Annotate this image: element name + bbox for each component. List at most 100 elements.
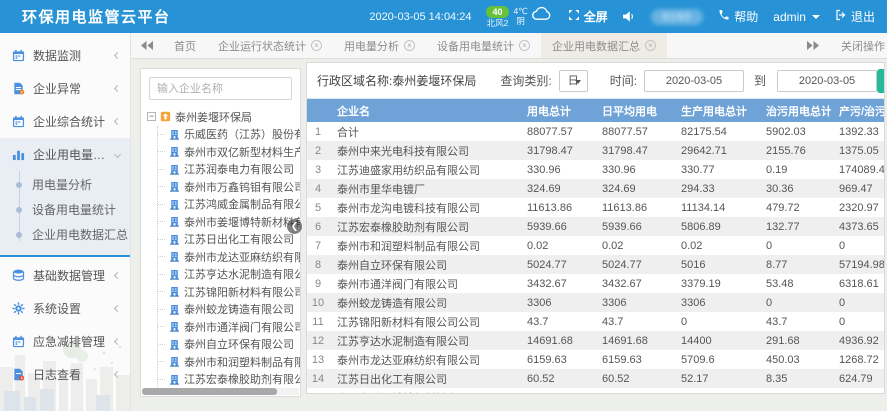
chevron-left-icon	[114, 338, 121, 345]
tree-node[interactable]: 江苏锦阳新材料有限公司公司	[158, 283, 300, 301]
table-row[interactable]: 8泰州自立环保有限公司5024.775024.7750168.7757194.9…	[307, 255, 885, 274]
table-row[interactable]: 12江苏亨达水泥制造有限公司14691.6814691.6814400291.6…	[307, 331, 885, 350]
tab[interactable]: 首页	[163, 33, 207, 58]
table-header-row: 企业名用电总计日平均用电生产用电总计治污用电总计产污/治污(用电比)	[307, 99, 885, 122]
sidebar-item[interactable]: 企业综合统计	[0, 105, 130, 138]
row-number: 12	[307, 331, 329, 350]
tree-node[interactable]: 江苏鸿威金属制品有限公司	[158, 196, 300, 214]
tree-node[interactable]: 江苏宏泰橡胶助剂有限公司	[158, 371, 300, 389]
tab-close-icon[interactable]: ×	[645, 40, 656, 51]
redacted-badge: 6160	[651, 9, 703, 25]
tree-node[interactable]: 江苏日出化工有限公司	[158, 231, 300, 249]
table-row[interactable]: 10泰州蛟龙铸造有限公司33063306330600	[307, 293, 885, 312]
row-number: 6	[307, 217, 329, 236]
tree-node[interactable]: 泰州市双亿新型材料生产有限公司	[158, 143, 300, 161]
value-cell: 294.33	[673, 179, 758, 198]
tab[interactable]: 设备用电量统计×	[426, 33, 541, 58]
sidebar-item[interactable]: 系统设置	[0, 292, 130, 325]
tree-scrollbar-thumb[interactable]	[142, 388, 277, 395]
scroll-tabs-right-icon[interactable]	[797, 41, 829, 50]
table-row[interactable]: 11江苏锦阳新材料有限公司公司43.743.7043.70	[307, 312, 885, 331]
table-row[interactable]: 1合计88077.5788077.5782175.545902.031392.3…	[307, 122, 885, 141]
sidebar-item[interactable]: 基础数据管理	[0, 259, 130, 292]
enterprise-name-cell: 泰州蛟龙铸造有限公司	[329, 293, 519, 312]
table-row[interactable]: 5泰州市龙沟电镀科技有限公司11613.8611613.8611134.1447…	[307, 198, 885, 217]
sidebar: 数据监测企业异常企业综合统计企业用电量分析用电量分析设备用电量统计企业用电数据汇…	[0, 33, 131, 411]
value-cell: 3432.67	[519, 274, 594, 293]
sidebar-subitem[interactable]: 用电量分析	[0, 172, 130, 197]
tab-bar: 首页企业运行状态统计×用电量分析×设备用电量统计×企业用电数据汇总× 关闭操作	[131, 33, 887, 59]
tab-close-icon[interactable]: ×	[404, 40, 415, 51]
tab-close-icon[interactable]: ×	[311, 40, 322, 51]
tab-close-icon[interactable]: ×	[519, 40, 530, 51]
tree-node[interactable]: 泰州市通洋阀门有限公司	[158, 318, 300, 336]
help-button[interactable]: 帮助	[718, 8, 758, 25]
value-cell: 6159.63	[594, 350, 673, 369]
tree-node-label: 江苏锦阳新材料有限公司公司	[184, 284, 300, 300]
tree-node[interactable]: 泰州蛟龙铸造有限公司	[158, 301, 300, 319]
tab-label: 首页	[174, 38, 196, 54]
tree-node[interactable]: 泰州市万鑫钨钼有限公司	[158, 178, 300, 196]
enterprise-search-input[interactable]	[149, 77, 292, 100]
tree-node-label: 乐威医药（江苏）股份有限公司	[184, 126, 300, 142]
tree-node[interactable]: 江苏润泰电力有限公司	[158, 161, 300, 179]
tree-node[interactable]: 泰州自立环保有限公司	[158, 336, 300, 354]
sidebar-subitem[interactable]: 企业用电数据汇总	[0, 222, 130, 247]
building-icon	[169, 129, 180, 140]
calendar-icon	[12, 49, 26, 63]
tree-root-node[interactable]: −泰州姜堰环保局	[141, 108, 300, 126]
export-button[interactable]: 导出	[877, 69, 885, 93]
table-row[interactable]: 7泰州市和润塑料制品有限公司0.020.020.0200	[307, 236, 885, 255]
collapse-tree-panel-button[interactable]: ❮	[287, 219, 302, 234]
table-row[interactable]: 13泰州市龙达亚麻纺织有限公司6159.636159.635709.6450.0…	[307, 350, 885, 369]
table-row[interactable]: 15泰州市姜堰博特新材料有限公司820.04820.04779.4343.084…	[307, 388, 885, 394]
sidebar-item[interactable]: 日志查看	[0, 358, 130, 391]
table-row[interactable]: 2泰州中来光电科技有限公司31798.4731798.4729642.71215…	[307, 141, 885, 160]
data-summary-panel: 行政区域名称:泰州姜堰环保局 查询类别: 日 时间: 到 导出	[306, 62, 885, 394]
temperature-text: 4℃	[514, 6, 528, 16]
tree-node[interactable]: 泰州市姜堰博特新材料有限公司	[158, 213, 300, 231]
tree-node-label: 泰州市龙达亚麻纺织有限公司	[184, 249, 300, 265]
value-cell: 479.72	[758, 198, 831, 217]
tree-node-label: 江苏亨达水泥制造有限公司	[184, 266, 300, 282]
tree-node[interactable]: 江苏亨达水泥制造有限公司	[158, 266, 300, 284]
sidebar-item[interactable]: 企业异常	[0, 72, 130, 105]
query-category-select[interactable]: 日	[559, 70, 588, 92]
tree-children: 乐威医药（江苏）股份有限公司泰州市双亿新型材料生产有限公司江苏润泰电力有限公司泰…	[157, 126, 300, 389]
value-cell: 3306	[594, 293, 673, 312]
wind-text: 北风2	[487, 18, 509, 28]
tab-label: 用电量分析	[344, 38, 399, 54]
tree-node[interactable]: 泰州市龙达亚麻纺织有限公司	[158, 248, 300, 266]
sidebar-subitem[interactable]: 设备用电量统计	[0, 197, 130, 222]
table-row[interactable]: 4泰州市里华电镀厂324.69324.69294.3330.36969.47	[307, 179, 885, 198]
close-operations-menu[interactable]: 关闭操作	[841, 38, 885, 54]
date-from-input[interactable]	[644, 70, 744, 92]
tab[interactable]: 企业用电数据汇总×	[541, 33, 667, 58]
row-number: 8	[307, 255, 329, 274]
tab[interactable]: 企业运行状态统计×	[207, 33, 333, 58]
tab[interactable]: 用电量分析 ×	[333, 33, 426, 58]
table-row[interactable]: 6江苏宏泰橡胶助剂有限公司5939.665939.665806.89132.77…	[307, 217, 885, 236]
scroll-tabs-left-icon[interactable]	[131, 33, 163, 58]
tree-node[interactable]: 乐威医药（江苏）股份有限公司	[158, 126, 300, 144]
fullscreen-button[interactable]: 全屏	[568, 8, 608, 25]
logout-button[interactable]: 退出	[835, 8, 875, 25]
sidebar-item[interactable]: 数据监测	[0, 39, 130, 72]
tree-expander-icon[interactable]: −	[147, 112, 156, 121]
sidebar-item[interactable]: 应急减排管理	[0, 325, 130, 358]
announcement-speaker-icon[interactable]	[623, 11, 636, 22]
row-number: 9	[307, 274, 329, 293]
tree-node[interactable]: 泰州市和润塑料制品有限公司	[158, 353, 300, 371]
value-cell: 330.96	[519, 160, 594, 179]
table-row[interactable]: 14江苏日出化工有限公司60.5260.5252.178.35624.79	[307, 369, 885, 388]
date-to-input[interactable]	[777, 70, 877, 92]
chevron-left-icon	[114, 85, 121, 92]
sidebar-item-label: 企业异常	[33, 80, 81, 97]
user-menu[interactable]: admin	[773, 10, 820, 24]
tree-node-label: 泰州自立环保有限公司	[184, 336, 294, 352]
value-cell: 291.68	[758, 331, 831, 350]
value-cell: 14691.68	[519, 331, 594, 350]
sidebar-item[interactable]: 企业用电量分析	[0, 138, 130, 171]
table-row[interactable]: 3江苏迪盛家用纺织品有限公司330.96330.96330.770.191740…	[307, 160, 885, 179]
table-row[interactable]: 9泰州市通洋阀门有限公司3432.673432.673379.1953.4863…	[307, 274, 885, 293]
